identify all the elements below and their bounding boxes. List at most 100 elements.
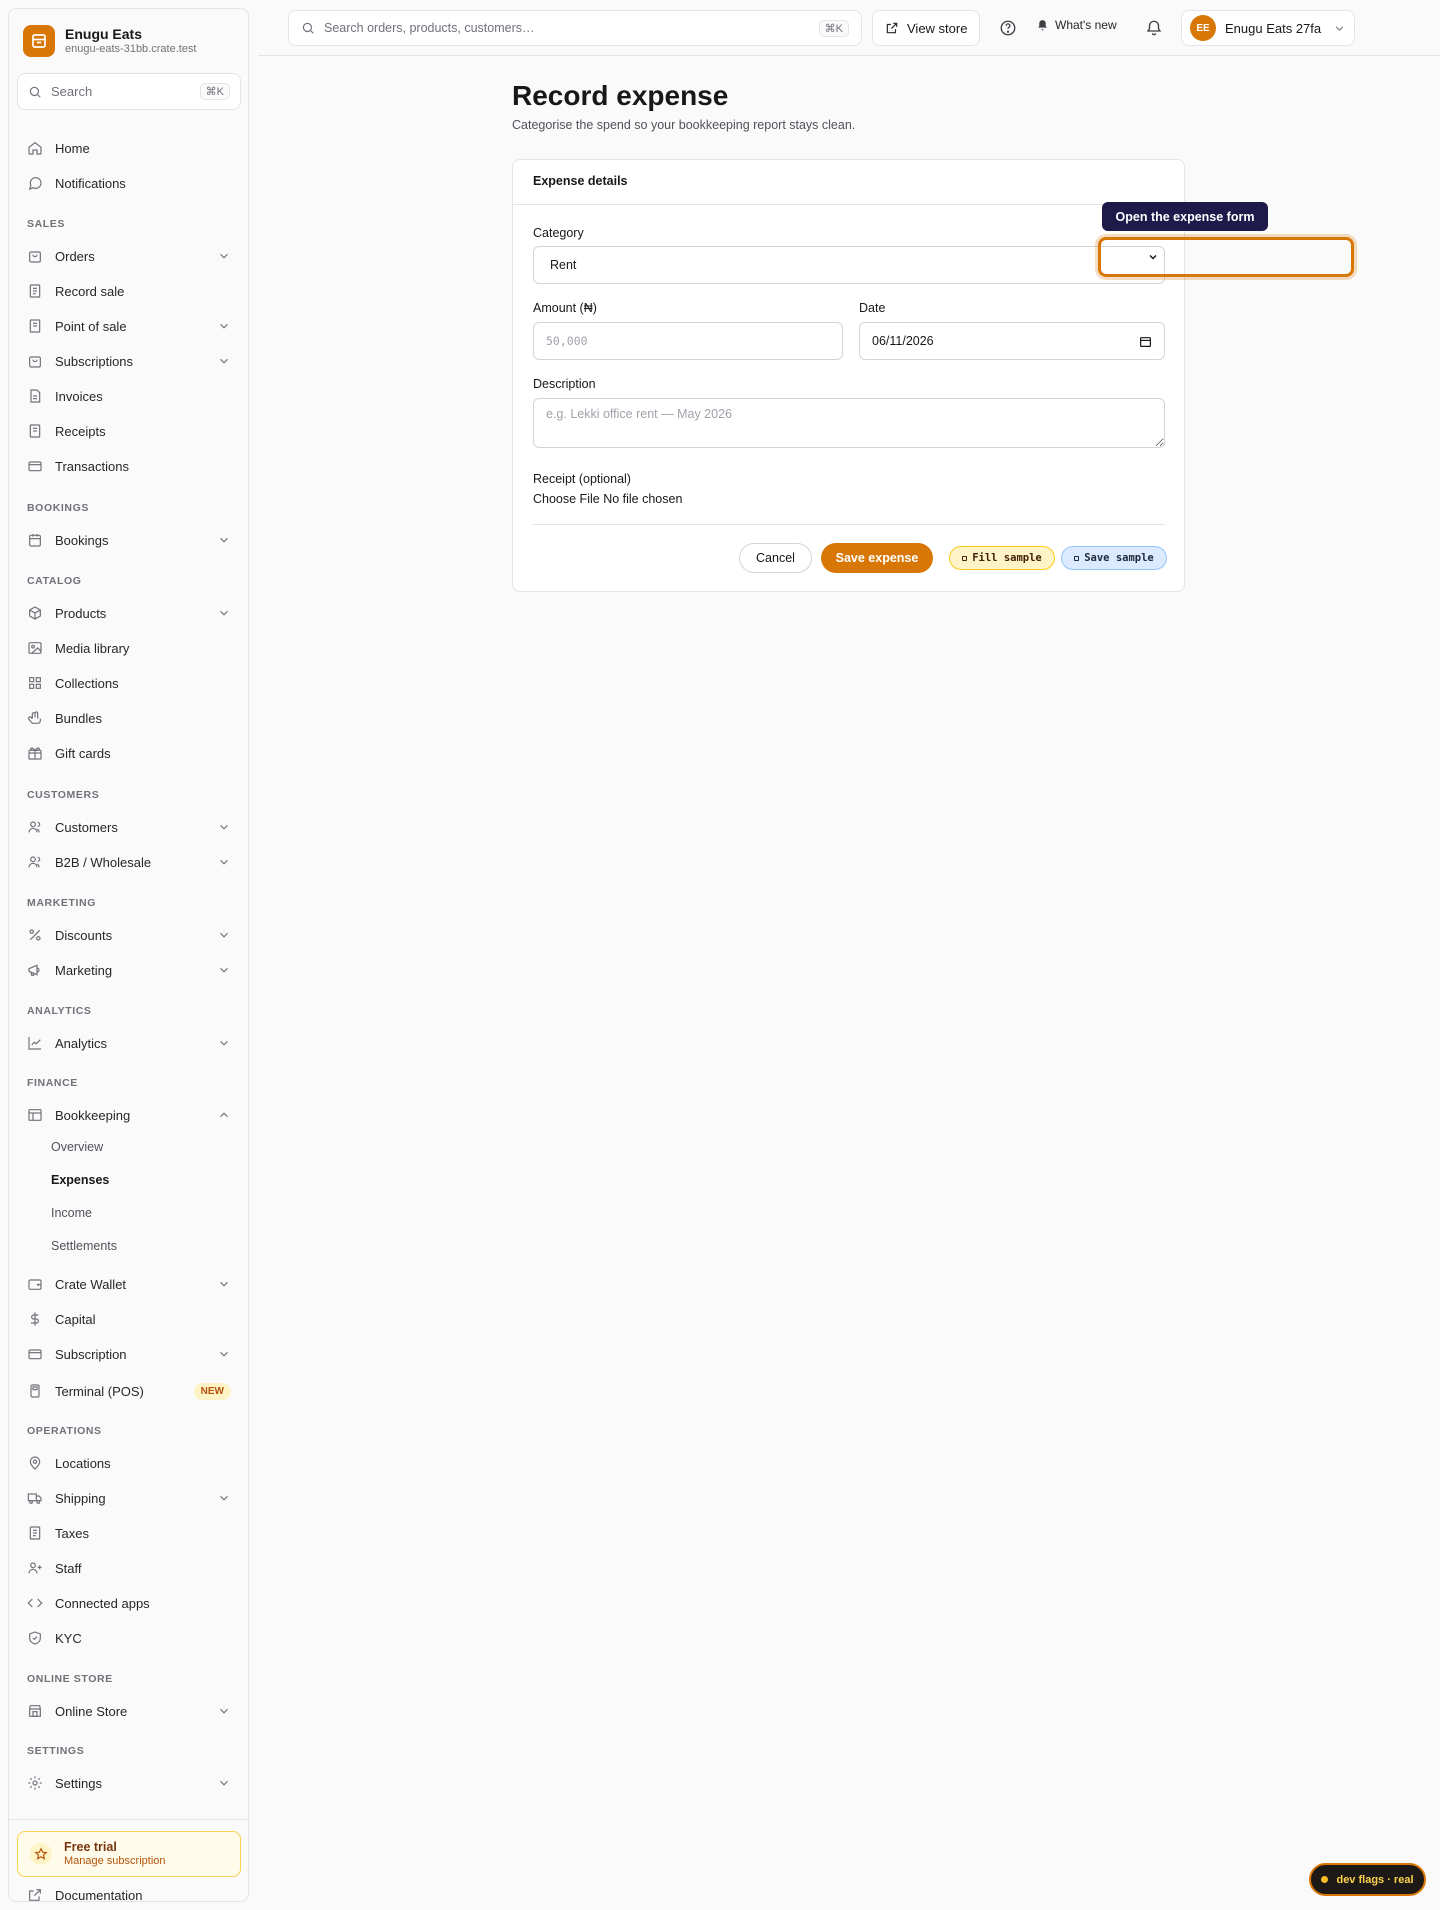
sidebar-item-label: Orders xyxy=(55,248,95,264)
sidebar-item-subscription[interactable]: Subscription xyxy=(17,1339,241,1369)
sidebar-item-online-store[interactable]: Online Store xyxy=(17,1696,241,1726)
page-subtitle: Categorise the spend so your bookkeeping… xyxy=(512,118,856,132)
section-label-finance: FINANCE xyxy=(27,1077,78,1089)
chevron-down-icon xyxy=(220,1281,228,1287)
sidebar-subitem-income[interactable]: Income xyxy=(51,1203,92,1223)
store-switcher[interactable]: Enugu Eats enugu-eats-31bb.crate.test xyxy=(23,25,196,57)
help-button[interactable] xyxy=(996,16,1020,40)
whats-new-button[interactable]: What's new xyxy=(1036,18,1117,32)
sidebar-item-shipping[interactable]: Shipping xyxy=(17,1483,241,1513)
notifications-button[interactable] xyxy=(1142,16,1166,40)
choose-file-button[interactable]: Choose File xyxy=(533,492,600,506)
section-label-customers: CUSTOMERS xyxy=(27,789,100,801)
search-icon xyxy=(302,22,314,34)
save-sample-button[interactable]: Save sample xyxy=(1061,546,1167,570)
sidebar-item-locations[interactable]: Locations xyxy=(17,1448,241,1478)
category-label: Category xyxy=(533,226,584,240)
sidebar: Enugu Eats enugu-eats-31bb.crate.test Se… xyxy=(8,8,249,1903)
users-icon xyxy=(28,856,41,868)
dev-flags-label: dev flags · real xyxy=(1336,1873,1414,1886)
save-expense-button[interactable]: Save expense xyxy=(821,543,933,573)
section-label-operations: OPERATIONS xyxy=(27,1425,102,1437)
sidebar-item-marketing[interactable]: Marketing xyxy=(17,955,241,985)
user-menu-button[interactable]: EE Enugu Eats 27fa xyxy=(1181,10,1355,46)
sidebar-item-bookings[interactable]: Bookings xyxy=(17,525,241,555)
global-search-input[interactable] xyxy=(324,21,819,35)
sidebar-item-discounts[interactable]: Discounts xyxy=(17,920,241,950)
external-link-icon xyxy=(29,1889,41,1901)
sidebar-item-customers[interactable]: Customers xyxy=(17,812,241,842)
free-trial-card[interactable]: Free trial Manage subscription xyxy=(17,1831,241,1877)
user-name: Enugu Eats 27fa xyxy=(1225,20,1322,36)
amount-input[interactable] xyxy=(533,322,843,360)
chevron-down-icon xyxy=(220,323,228,329)
sidebar-item-orders[interactable]: Orders xyxy=(17,241,241,271)
sidebar-item-terminal-pos[interactable]: Terminal (POS) NEW xyxy=(17,1376,241,1406)
sidebar-item-label: Shipping xyxy=(55,1490,106,1506)
sidebar-item-b2b-wholesale[interactable]: B2B / Wholesale xyxy=(17,847,241,877)
sidebar-item-record-sale[interactable]: Record sale xyxy=(17,276,241,306)
sidebar-item-settings[interactable]: Settings xyxy=(17,1768,241,1798)
dev-flags-toggle[interactable]: dev flags · real xyxy=(1309,1863,1426,1896)
sidebar-item-invoices[interactable]: Invoices xyxy=(17,381,241,411)
sidebar-item-label: Subscriptions xyxy=(55,353,134,369)
save-sample-label: Save sample xyxy=(1084,552,1154,564)
sidebar-item-bundles[interactable]: Bundles xyxy=(17,703,241,733)
sidebar-item-capital[interactable]: Capital xyxy=(17,1304,241,1334)
category-select[interactable]: Rent xyxy=(533,246,1165,284)
sidebar-item-label: KYC xyxy=(55,1630,82,1646)
percent-icon xyxy=(29,929,41,941)
description-label: Description xyxy=(533,377,596,391)
sidebar-item-point-of-sale[interactable]: Point of sale xyxy=(17,311,241,341)
sidebar-item-label: Subscription xyxy=(55,1346,127,1362)
sidebar-subitem-expenses[interactable]: Expenses xyxy=(51,1170,109,1190)
sidebar-item-kyc[interactable]: KYC xyxy=(17,1623,241,1653)
sidebar-item-crate-wallet[interactable]: Crate Wallet xyxy=(17,1269,241,1299)
sidebar-item-products[interactable]: Products xyxy=(17,598,241,628)
sidebar-item-taxes[interactable]: Taxes xyxy=(17,1518,241,1548)
sidebar-item-label: B2B / Wholesale xyxy=(55,854,152,870)
form-divider xyxy=(533,524,1165,525)
cancel-button[interactable]: Cancel xyxy=(739,543,812,573)
sidebar-item-staff[interactable]: Staff xyxy=(17,1553,241,1583)
sidebar-item-label: Collections xyxy=(55,675,119,691)
sidebar-item-label: Invoices xyxy=(55,388,103,404)
global-search[interactable]: ⌘K xyxy=(288,10,862,46)
sidebar-search[interactable]: Search ⌘K xyxy=(17,73,241,110)
sidebar-item-documentation[interactable]: Documentation xyxy=(17,1880,241,1910)
date-input[interactable]: 06/11/2026 xyxy=(859,322,1165,360)
manage-subscription-link[interactable]: Manage subscription xyxy=(64,1854,166,1868)
sidebar-item-label: Receipts xyxy=(55,423,106,439)
sidebar-item-bookkeeping[interactable]: Bookkeeping xyxy=(17,1100,241,1130)
sidebar-item-gift-cards[interactable]: Gift cards xyxy=(17,738,241,768)
chevron-down-icon xyxy=(1335,25,1344,31)
sidebar-item-connected-apps[interactable]: Connected apps xyxy=(17,1588,241,1618)
sidebar-item-label: Transactions xyxy=(55,458,129,474)
bell-filled-icon xyxy=(1038,19,1047,30)
sidebar-item-label: Point of sale xyxy=(55,318,127,334)
view-store-button[interactable]: View store xyxy=(872,10,981,46)
topbar: ⌘K View store What's new EE Enugu Eats 2… xyxy=(258,0,1440,56)
sidebar-item-label: Home xyxy=(55,140,90,156)
store-logo-icon xyxy=(23,25,55,57)
sidebar-subitem-overview[interactable]: Overview xyxy=(51,1137,103,1157)
sidebar-item-collections[interactable]: Collections xyxy=(17,668,241,698)
sidebar-item-analytics[interactable]: Analytics xyxy=(17,1028,241,1058)
sidebar-item-media-library[interactable]: Media library xyxy=(17,633,241,663)
sidebar-subitem-settlements[interactable]: Settlements xyxy=(51,1236,117,1256)
calendar-icon[interactable] xyxy=(1139,335,1152,348)
shield-check-icon xyxy=(29,1631,41,1645)
trial-title: Free trial xyxy=(64,1840,117,1854)
sidebar-item-notifications[interactable]: Notifications xyxy=(17,168,241,198)
sidebar-item-subscriptions[interactable]: Subscriptions xyxy=(17,346,241,376)
sidebar-item-label: Staff xyxy=(55,1560,82,1576)
fill-sample-button[interactable]: Fill sample xyxy=(949,546,1055,570)
help-circle-icon xyxy=(1000,20,1016,36)
description-textarea[interactable] xyxy=(533,398,1165,448)
sidebar-item-label: Gift cards xyxy=(55,745,111,761)
sidebar-item-transactions[interactable]: Transactions xyxy=(17,451,241,481)
sidebar-item-receipts[interactable]: Receipts xyxy=(17,416,241,446)
sidebar-item-home[interactable]: Home xyxy=(17,133,241,163)
sidebar-item-label: Taxes xyxy=(55,1525,89,1541)
chat-bubble-icon xyxy=(28,177,42,190)
